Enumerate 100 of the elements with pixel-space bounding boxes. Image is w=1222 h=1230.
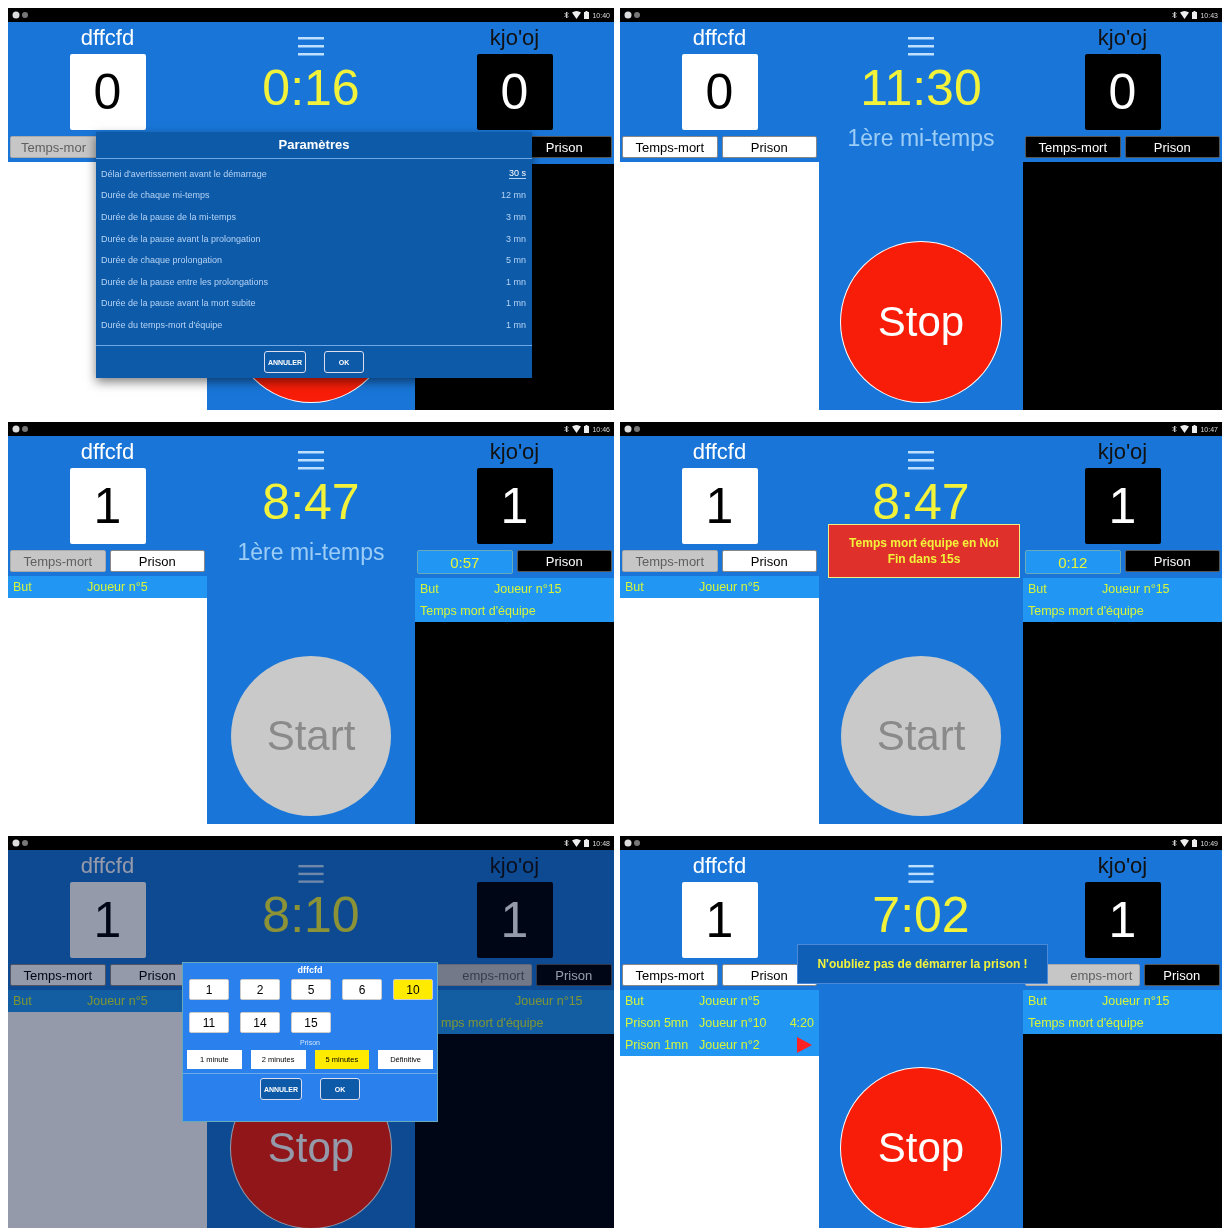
event-player: Joueur n°15: [515, 994, 584, 1008]
game-clock: 0:16: [262, 59, 360, 118]
timeout-timer: 0:57: [417, 550, 513, 574]
setting-value[interactable]: 5 mn: [506, 255, 526, 266]
player-number-button[interactable]: 1: [189, 979, 229, 1000]
prison-button[interactable]: Prison: [721, 550, 817, 572]
score-display[interactable]: 1: [69, 882, 146, 958]
bluetooth-icon: [1172, 11, 1178, 19]
player-number-button[interactable]: 6: [342, 979, 382, 1000]
player-number-button[interactable]: 11: [189, 1012, 229, 1033]
setting-value[interactable]: 1 mn: [506, 319, 526, 330]
score-display[interactable]: 0: [476, 54, 553, 130]
event-type: Prison 5mn: [625, 1016, 690, 1030]
menu-icon[interactable]: [908, 36, 934, 56]
setting-label: Durée de la pause avant la mort subite: [101, 298, 256, 309]
menu-icon[interactable]: [298, 36, 324, 56]
prison-button[interactable]: Prison: [109, 550, 205, 572]
toast-message: Fin dans 15s: [887, 551, 961, 567]
team-name: dffcfd: [692, 24, 747, 52]
timeout-button[interactable]: Temps-mort: [1025, 136, 1121, 158]
play-icon[interactable]: [796, 1037, 812, 1053]
event-player: Joueur n°10: [699, 1016, 768, 1030]
notification-icon: [624, 425, 642, 433]
setting-label: Durée de chaque prolongation: [101, 255, 223, 266]
score-display[interactable]: 0: [69, 54, 146, 130]
player-number-button[interactable]: 15: [291, 1012, 331, 1033]
score-display[interactable]: 1: [681, 468, 758, 544]
timeout-button[interactable]: Temps-mort: [622, 136, 718, 158]
event-type: But: [1028, 582, 1048, 596]
dialog-title: dffcfd: [296, 964, 324, 977]
score-display[interactable]: 0: [1084, 54, 1161, 130]
player-number-button[interactable]: 14: [240, 1012, 280, 1033]
bluetooth-icon: [1172, 425, 1178, 433]
wifi-icon: [572, 11, 582, 19]
event-time: 4:20: [788, 1016, 814, 1030]
notification-icon: [624, 839, 642, 847]
setting-value[interactable]: 3 mn: [506, 212, 526, 222]
menu-icon[interactable]: [298, 450, 324, 470]
score-display[interactable]: 1: [476, 468, 553, 544]
event-player: Joueur n°5: [87, 994, 149, 1008]
period-label: 1ère mi-temps: [237, 538, 385, 567]
bluetooth-icon: [564, 425, 570, 433]
score-display[interactable]: 1: [1084, 468, 1161, 544]
setting-input[interactable]: 30 s: [509, 168, 526, 180]
wifi-icon: [1180, 11, 1190, 19]
team-name: dffcfd: [80, 852, 135, 880]
setting-value[interactable]: 1 mn: [506, 276, 526, 287]
menu-icon[interactable]: [908, 450, 934, 470]
wifi-icon: [572, 839, 582, 847]
score-display[interactable]: 1: [69, 468, 146, 544]
bluetooth-icon: [564, 11, 570, 19]
stop-button[interactable]: Stop: [841, 1068, 1001, 1228]
battery-icon: [584, 839, 590, 847]
score-display[interactable]: 1: [681, 882, 758, 958]
event-player: Joueur n°5: [87, 580, 149, 594]
player-number-button[interactable]: 10: [393, 979, 433, 1000]
event-type: But: [13, 580, 33, 594]
event-player: Joueur n°15: [1102, 994, 1171, 1008]
prison-button[interactable]: Prison: [535, 964, 612, 986]
game-clock: 11:30: [860, 59, 982, 118]
menu-icon[interactable]: [908, 864, 934, 884]
event-type: But: [1028, 994, 1048, 1008]
setting-label: Durée de la pause avant la prolongation: [101, 233, 261, 244]
team-name: dffcfd: [692, 438, 747, 466]
team-name: kjo'oj: [1097, 438, 1148, 466]
timeout-button[interactable]: Temps-mort: [10, 964, 106, 986]
event-type: Prison 1mn: [625, 1038, 690, 1052]
timeout-button[interactable]: Temps-mort: [622, 964, 718, 986]
prison-button[interactable]: Prison: [516, 550, 612, 572]
setting-label: Durée du temps-mort d'équipe: [101, 319, 223, 330]
setting-value[interactable]: 12 mn: [501, 190, 526, 201]
score-display[interactable]: 1: [476, 882, 553, 958]
event-type: But: [625, 994, 645, 1008]
player-number-button[interactable]: 5: [291, 979, 331, 1000]
team-name: kjo'oj: [489, 852, 540, 880]
score-display[interactable]: 1: [1084, 882, 1161, 958]
notification-icon: [624, 11, 642, 19]
toast-message: N'oubliez pas de démarrer la prison !: [817, 956, 1028, 972]
menu-icon[interactable]: [298, 864, 324, 884]
game-clock: 8:10: [262, 886, 360, 946]
prison-button[interactable]: Prison: [721, 136, 817, 158]
event-type: Temps mort d'équipe: [420, 604, 536, 618]
stop-button[interactable]: Stop: [841, 242, 1001, 402]
score-display[interactable]: 0: [681, 54, 758, 130]
team-name: kjo'oj: [489, 24, 540, 52]
timeout-timer: 0:12: [1025, 550, 1121, 574]
setting-label: Durée de la pause entre les prolongations: [101, 276, 269, 287]
player-number-button[interactable]: 2: [240, 979, 280, 1000]
battery-icon: [584, 11, 590, 19]
setting-value[interactable]: 1 mn: [506, 298, 526, 309]
game-clock: 7:02: [872, 886, 970, 946]
prison-button[interactable]: Prison: [1124, 136, 1220, 158]
event-type: mps mort d'équipe: [441, 1016, 544, 1030]
prison-button[interactable]: Prison: [1124, 550, 1220, 572]
bluetooth-icon: [1172, 839, 1178, 847]
team-name: kjo'oj: [489, 438, 540, 466]
setting-value[interactable]: 3 mn: [506, 233, 526, 244]
event-type: Temps mort d'équipe: [1028, 1016, 1144, 1030]
prison-button[interactable]: Prison: [1143, 964, 1220, 986]
event-player: Joueur n°15: [494, 582, 563, 596]
